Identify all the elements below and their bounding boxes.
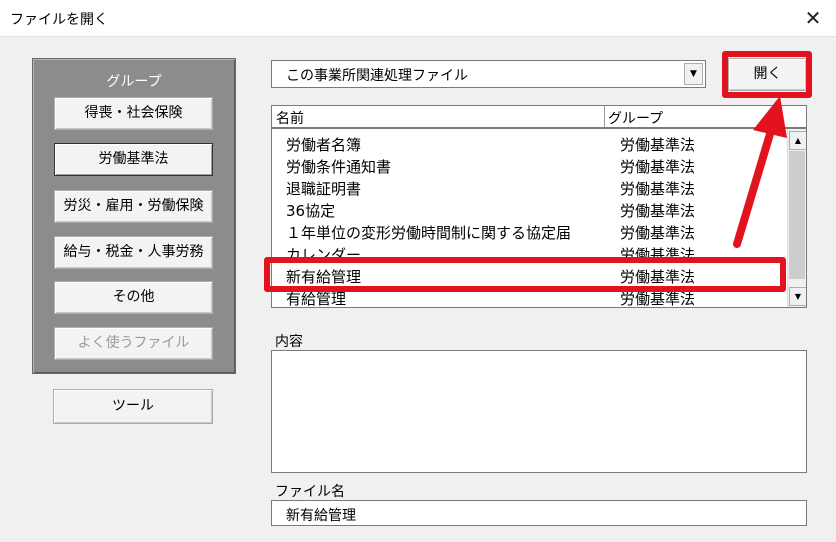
group-button-other[interactable]: その他 (54, 281, 213, 314)
list-item[interactable]: 36協定 労働基準法 (272, 198, 786, 220)
list-item[interactable]: 労働条件通知書 労働基準法 (272, 154, 786, 176)
group-heading: グループ (106, 74, 162, 90)
group-button-payroll-tax[interactable]: 給与・税金・人事労務 (54, 236, 213, 269)
content-field[interactable] (271, 350, 807, 473)
list-item[interactable]: 労働者名簿 労働基準法 (272, 132, 786, 154)
group-panel: グループ 得喪・社会保険 労働基準法 労災・雇用・労働保険 給与・税金・人事労務… (32, 58, 236, 374)
window-title: ファイルを開く (10, 12, 108, 28)
content-label: 内容 (275, 334, 303, 350)
close-icon[interactable]: ✕ (800, 6, 826, 30)
file-name: １年単位の変形労働時間制に関する協定届 (286, 224, 572, 242)
filename-field[interactable]: 新有給管理 (271, 500, 807, 526)
scroll-down-icon[interactable]: ▼ (789, 287, 806, 306)
column-header-name[interactable]: 名前 (276, 108, 304, 128)
arrow-annotation-icon (733, 96, 787, 248)
file-name: 退職証明書 (286, 180, 362, 198)
tool-button[interactable]: ツール (53, 389, 213, 424)
file-name: 労働条件通知書 (286, 158, 392, 176)
filename-label: ファイル名 (275, 484, 345, 500)
group-button-labor-standards[interactable]: 労働基準法 (54, 143, 213, 176)
file-group: 労働基準法 (620, 136, 696, 154)
filename-value: 新有給管理 (286, 508, 356, 524)
file-name: 労働者名簿 (286, 136, 362, 154)
file-name: 36協定 (286, 202, 336, 220)
file-filter-value: この事業所関連処理ファイル (286, 68, 468, 84)
file-group: 労働基準法 (620, 224, 696, 242)
column-divider[interactable] (604, 106, 605, 127)
title-bar: ファイルを開く ✕ (0, 0, 836, 37)
column-header-group[interactable]: グループ (608, 108, 663, 128)
file-filter-select[interactable]: この事業所関連処理ファイル ▼ (271, 60, 706, 88)
group-button-labor-insurance[interactable]: 労災・雇用・労働保険 (54, 190, 213, 223)
highlight-selected-row (264, 257, 786, 292)
group-button-favorites: よく使うファイル (54, 327, 213, 360)
chevron-down-icon[interactable]: ▼ (684, 63, 703, 85)
file-group: 労働基準法 (620, 158, 696, 176)
list-item[interactable]: 退職証明書 労働基準法 (272, 176, 786, 198)
file-group: 労働基準法 (620, 202, 696, 220)
list-item[interactable]: １年単位の変形労働時間制に関する協定届 労働基準法 (272, 220, 786, 242)
group-button-social-insurance[interactable]: 得喪・社会保険 (54, 97, 213, 130)
file-group: 労働基準法 (620, 180, 696, 198)
